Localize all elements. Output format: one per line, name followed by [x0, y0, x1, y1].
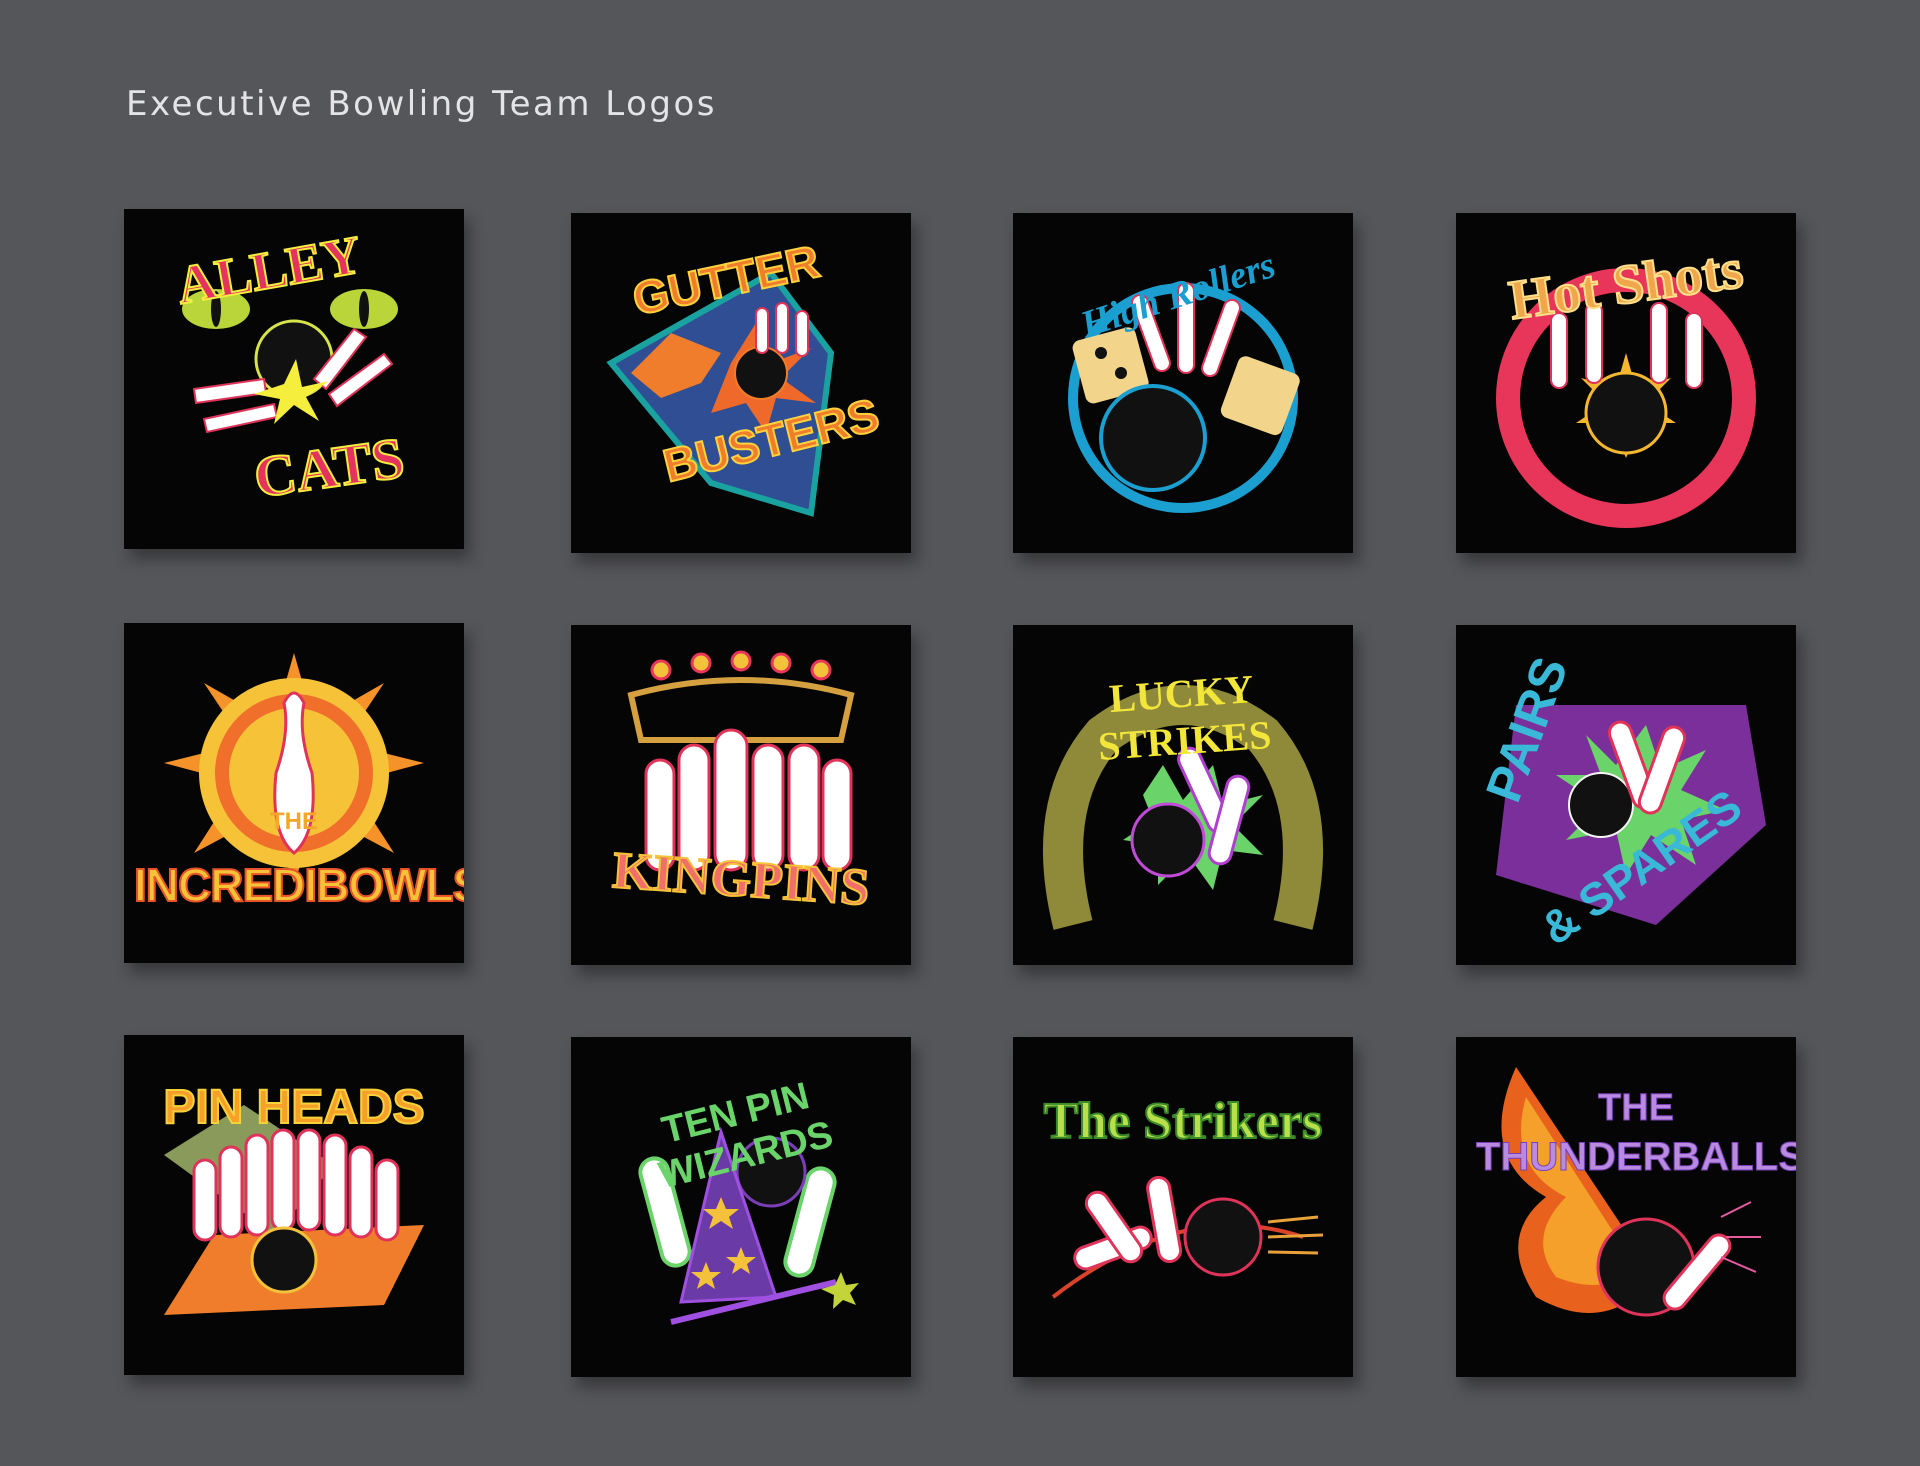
logo-tile-kingpins[interactable]: KINGPINS	[571, 625, 911, 965]
logo-tile-lucky-strikes[interactable]: LUCKY STRIKES	[1013, 625, 1353, 965]
page-title: Executive Bowling Team Logos	[126, 84, 718, 124]
logo-tile-the-strikers[interactable]: The Strikers	[1013, 1037, 1353, 1377]
logo-tile-hot-shots[interactable]: Hot Shots	[1456, 213, 1796, 553]
logo-tile-the-thunderballs[interactable]: THE THUNDERBALLS	[1456, 1037, 1796, 1377]
logo-tile-incredibowls[interactable]: THE INCREDIBOWLS	[124, 623, 464, 963]
logo-title: The Strikers	[1043, 1092, 1324, 1151]
logo-title-line-2: THUNDERBALLS	[1476, 1135, 1797, 1180]
incredibowls-logo	[164, 653, 424, 883]
logo-title: PIN HEADS	[162, 1080, 425, 1135]
logo-tile-alley-cats[interactable]: ALLEY CATS	[124, 209, 464, 549]
logo-title-line-1: THE	[1598, 1087, 1675, 1130]
logo-tile-ten-pin-wizards[interactable]: TEN PIN WIZARDS	[571, 1037, 911, 1377]
logo-tile-high-rollers[interactable]: High Rollers	[1013, 213, 1353, 553]
logo-tile-gutter-busters[interactable]: GUTTER BUSTERS	[571, 213, 911, 553]
logo-tile-pairs-and-spares[interactable]: PAIRS & SPARES	[1456, 625, 1796, 965]
logo-title-line-2: INCREDIBOWLS	[133, 858, 464, 912]
logo-title-line-1: THE	[270, 808, 318, 835]
the-strikers-logo	[1051, 1175, 1324, 1299]
logo-tile-pin-heads[interactable]: PIN HEADS	[124, 1035, 464, 1375]
